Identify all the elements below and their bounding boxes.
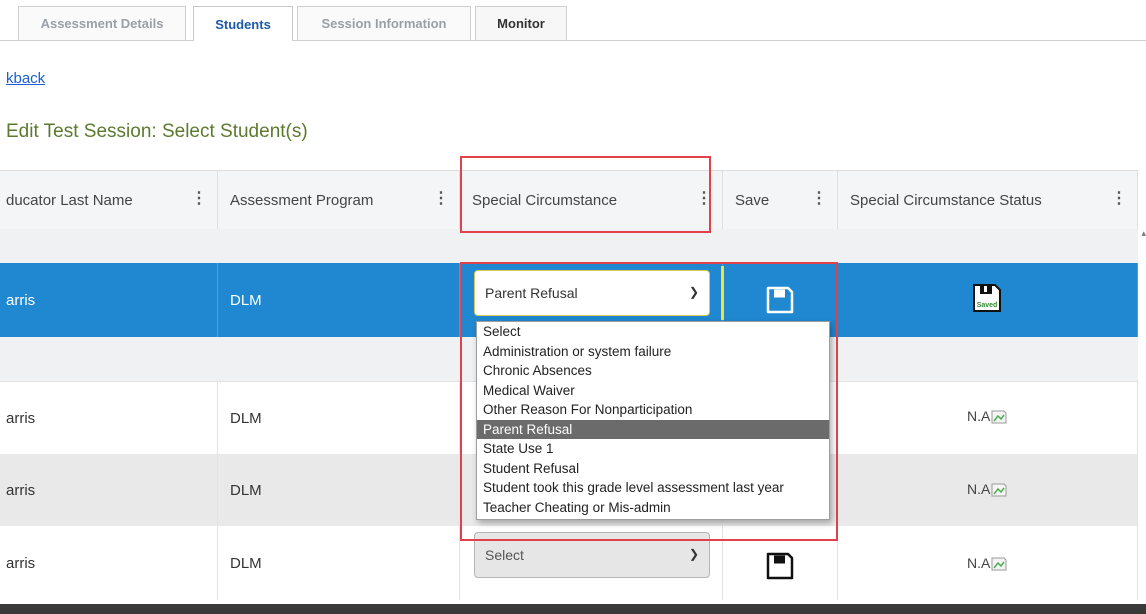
grid-header: ducator Last Name ⋮ Assessment Program ⋮… [0, 170, 1138, 230]
special-circumstance-dropdown[interactable]: Select Administration or system failure … [476, 321, 830, 520]
dropdown-option[interactable]: Student took this grade level assessment… [477, 478, 829, 498]
broken-image-icon [991, 483, 1007, 497]
column-header-label: Save [735, 191, 770, 209]
cell-educator: arris [0, 454, 218, 526]
cell-program: DLM [218, 382, 460, 454]
dropdown-option[interactable]: Select [477, 322, 829, 342]
saved-badge-text: Saved [977, 302, 998, 309]
dropdown-option[interactable]: Student Refusal [477, 459, 829, 479]
column-header-label: Special Circumstance [472, 191, 618, 209]
column-menu-icon[interactable]: ⋮ [696, 191, 712, 207]
cell-program: DLM [218, 263, 460, 337]
select-value: Parent Refusal [485, 285, 578, 301]
taskbar-strip [0, 604, 1146, 614]
broken-image-icon [991, 410, 1007, 424]
dropdown-option[interactable]: Teacher Cheating or Mis-admin [477, 498, 829, 518]
column-header-label: Assessment Program [230, 191, 374, 209]
group-row [0, 229, 1138, 263]
column-header-special-circumstance-status[interactable]: Special Circumstance Status ⋮ [838, 171, 1138, 229]
special-circumstance-select[interactable]: Parent Refusal ❯ [474, 270, 710, 316]
column-header-label: ducator Last Name [6, 191, 133, 209]
column-header-label: Special Circumstance Status [850, 191, 1042, 209]
tab-bar: Assessment Details Students Session Info… [0, 0, 1146, 41]
cell-educator: arris [0, 526, 218, 600]
special-circumstance-select[interactable]: Select ❯ [474, 532, 710, 578]
page-title: Edit Test Session: Select Student(s) [6, 121, 308, 142]
tab-students[interactable]: Students [193, 6, 293, 41]
floppy-disk-saved-icon: Saved [973, 284, 1001, 312]
select-value: Select [485, 547, 524, 563]
dropdown-option[interactable]: Other Reason For Nonparticipation [477, 400, 829, 420]
floppy-disk-icon[interactable] [765, 551, 795, 581]
focus-indicator [721, 266, 724, 320]
tab-monitor[interactable]: Monitor [475, 6, 567, 40]
column-header-special-circumstance[interactable]: Special Circumstance ⋮ [460, 171, 723, 229]
cell-program: DLM [218, 454, 460, 526]
broken-image-icon [991, 557, 1007, 571]
dropdown-option[interactable]: State Use 1 [477, 439, 829, 459]
status-na: N.A [967, 481, 1007, 497]
tab-assessment-details[interactable]: Assessment Details [18, 6, 186, 40]
column-menu-icon[interactable]: ⋮ [1111, 191, 1127, 207]
column-menu-icon[interactable]: ⋮ [191, 191, 207, 207]
cell-educator: arris [0, 263, 218, 337]
dropdown-option-selected[interactable]: Parent Refusal [477, 419, 829, 439]
column-menu-icon[interactable]: ⋮ [433, 191, 449, 207]
status-na: N.A [967, 555, 1007, 571]
column-header-assessment-program[interactable]: Assessment Program ⋮ [218, 171, 460, 229]
status-na: N.A [967, 408, 1007, 424]
chevron-down-icon: ❯ [688, 547, 699, 561]
chevron-down-icon: ❯ [688, 285, 699, 299]
back-link[interactable]: kback [6, 70, 45, 87]
column-header-educator-last-name[interactable]: ducator Last Name ⋮ [0, 171, 218, 229]
floppy-disk-icon[interactable] [765, 285, 795, 315]
column-header-save[interactable]: Save ⋮ [723, 171, 838, 229]
dropdown-option[interactable]: Chronic Absences [477, 361, 829, 381]
column-menu-icon[interactable]: ⋮ [811, 191, 827, 207]
cell-program: DLM [218, 526, 460, 600]
tab-session-information[interactable]: Session Information [297, 6, 471, 40]
dropdown-option[interactable]: Medical Waiver [477, 381, 829, 401]
scrollbar-arrow-icon[interactable]: ▴ [1141, 228, 1146, 239]
dropdown-option[interactable]: Administration or system failure [477, 342, 829, 362]
cell-educator: arris [0, 382, 218, 454]
